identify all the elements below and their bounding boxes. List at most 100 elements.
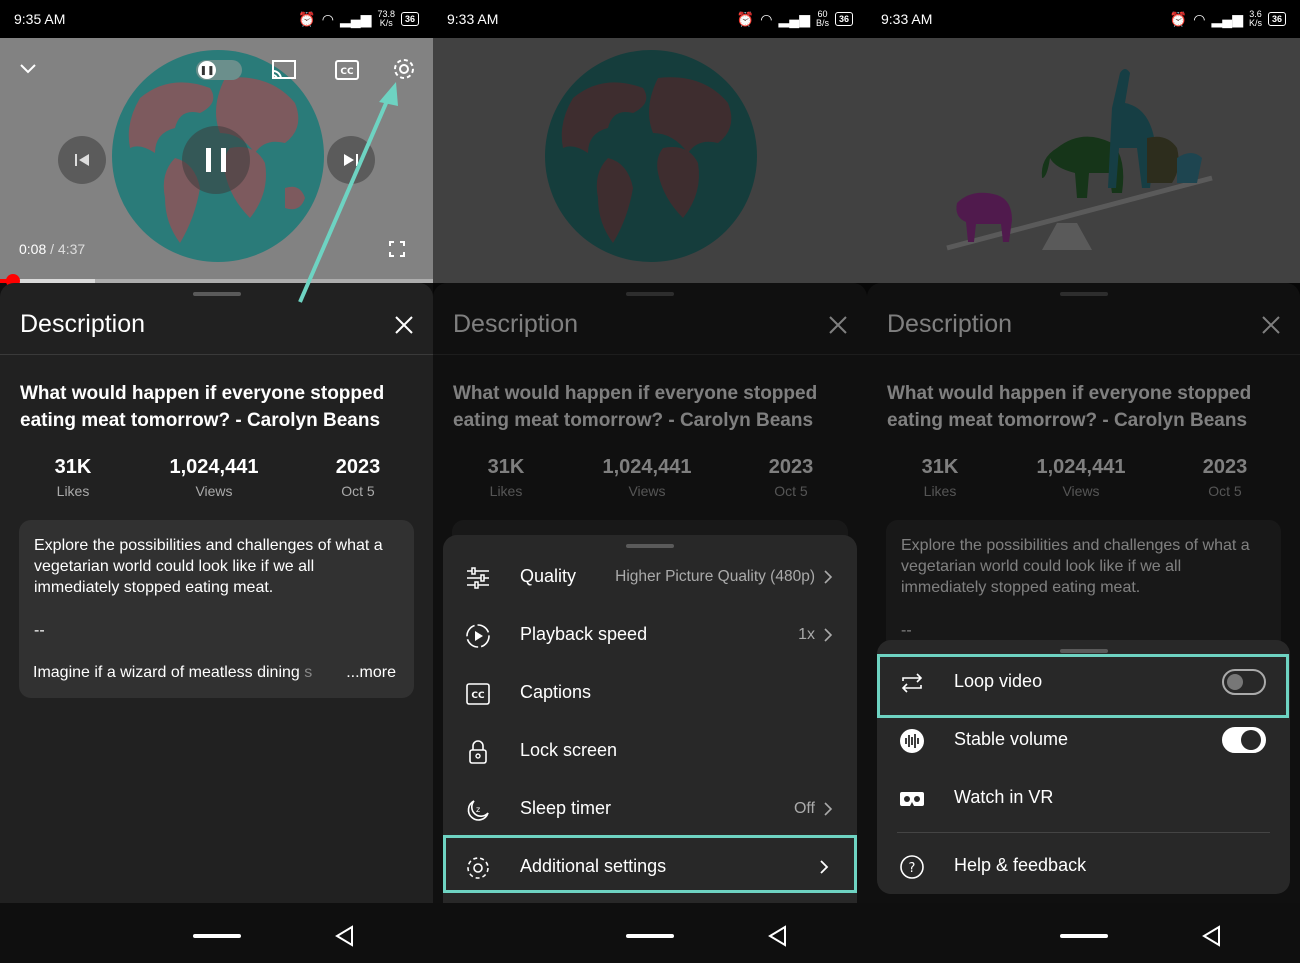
home-gesture-bar[interactable]: [1060, 934, 1108, 938]
sheet-title: Description: [20, 310, 146, 338]
video-title: What would happen if everyone stopped ea…: [20, 383, 385, 431]
close-icon[interactable]: [393, 314, 415, 336]
menu-drag-handle[interactable]: [1059, 649, 1108, 653]
battery-icon: 36: [834, 12, 853, 26]
home-gesture-bar[interactable]: [193, 934, 241, 938]
upload-date: Oct 5: [341, 483, 375, 499]
nav-bar: [433, 903, 867, 963]
description-preview: Imagine if a wizard of meatless dining s: [33, 664, 313, 681]
chevron-right-icon: [824, 628, 833, 642]
cast-icon[interactable]: [270, 58, 298, 82]
views-count: 1,024,441: [169, 456, 259, 478]
battery-icon: 36: [400, 12, 419, 26]
menu-label: Playback speed: [520, 624, 648, 644]
highlight-box: [443, 835, 857, 893]
annotation-arrow: [298, 82, 398, 303]
play-pause-button[interactable]: [182, 126, 250, 194]
highlight-box: [877, 654, 1289, 718]
net-speed: 73.8 K/s: [377, 9, 395, 28]
nav-bar: [0, 903, 433, 963]
description-text: Explore the possibilities and challenges…: [34, 537, 383, 596]
playback-speed-icon: [466, 624, 490, 648]
time-display: 0:08 / 4:37: [19, 241, 86, 257]
chevron-right-icon: [824, 570, 833, 584]
pause-icon: [206, 148, 226, 172]
menu-item-stable-volume[interactable]: Stable volume: [877, 712, 1290, 770]
nav-bar: [867, 903, 1300, 963]
status-bar: 9:33 AM ⏰ ◠ ▂▄▆ 3.6 K/s 36: [867, 0, 1300, 38]
menu-value: 1x: [798, 626, 815, 643]
menu-drag-handle[interactable]: [626, 544, 674, 548]
back-icon[interactable]: [767, 925, 789, 947]
menu-item-help-feedback[interactable]: ? Help & feedback: [877, 838, 1290, 896]
vr-icon: [900, 792, 924, 806]
menu-divider: [897, 832, 1270, 833]
signal-icon: ▂▄▆: [1211, 10, 1243, 27]
back-icon[interactable]: [1201, 925, 1223, 947]
views-label: Views: [195, 483, 233, 499]
status-icons: ⏰ ◠ ▂▄▆ 73.8 K/s 36: [298, 10, 419, 28]
gear-icon[interactable]: [391, 56, 417, 82]
likes-label: Likes: [56, 483, 90, 499]
menu-item-watch-in-vr[interactable]: Watch in VR: [877, 770, 1290, 828]
svg-text:CC: CC: [471, 691, 485, 701]
chevron-right-icon: [824, 802, 833, 816]
description-box[interactable]: Explore the possibilities and challenges…: [19, 520, 414, 698]
menu-value: Off: [793, 800, 815, 817]
more-link[interactable]: ...more: [346, 662, 396, 683]
status-time: 9:33 AM: [447, 11, 499, 27]
upload-year: 2023: [335, 456, 381, 478]
wifi-icon: ◠: [760, 10, 773, 27]
pause-icon: ❚❚: [198, 61, 216, 79]
minimize-chevron-icon[interactable]: [14, 58, 42, 80]
wifi-icon: ◠: [1193, 10, 1206, 27]
svg-text:?: ?: [909, 861, 916, 876]
status-bar: 9:33 AM ⏰ ◠ ▂▄▆ 60 B/s 36: [433, 0, 867, 38]
menu-item-sleep-timer[interactable]: z Sleep timer Off: [443, 781, 857, 839]
sleep-timer-icon: z: [467, 800, 489, 821]
back-icon[interactable]: [334, 925, 356, 947]
menu-item-playback-speed[interactable]: Playback speed 1x: [443, 607, 857, 665]
home-gesture-bar[interactable]: [626, 934, 674, 938]
screen-2: 9:33 AM ⏰ ◠ ▂▄▆ 60B/s 36 Description Wha…: [433, 0, 867, 963]
status-time: 9:33 AM: [881, 11, 933, 27]
signal-icon: ▂▄▆: [340, 10, 372, 27]
help-icon: ?: [900, 855, 924, 879]
description-sheet: Description What would happen if everyon…: [0, 283, 433, 963]
status-time: 9:35 AM: [14, 11, 66, 27]
sliders-icon: [467, 567, 489, 589]
autoplay-toggle[interactable]: ❚❚: [196, 60, 242, 80]
stats-row: 31K Likes 1,024,441 Views 2023 Oct 5: [0, 456, 433, 506]
alarm-icon: ⏰: [1169, 10, 1188, 27]
status-icons: ⏰ ◠ ▂▄▆ 3.6 K/s 36: [1170, 10, 1286, 28]
menu-label: Sleep timer: [520, 798, 612, 818]
menu-label: Help & feedback: [954, 855, 1087, 875]
menu-label: Lock screen: [520, 740, 618, 760]
previous-icon[interactable]: [58, 136, 106, 184]
menu-item-lock-screen[interactable]: Lock screen: [443, 723, 857, 781]
battery-icon: 36: [1267, 12, 1286, 26]
stable-volume-toggle[interactable]: [1222, 727, 1266, 753]
menu-label: Captions: [520, 682, 592, 702]
lock-icon: [469, 740, 487, 764]
alarm-icon: ⏰: [736, 10, 755, 27]
status-bar: 9:35 AM ⏰ ◠ ▂▄▆ 73.8 K/s 36: [0, 0, 433, 38]
menu-label: Quality: [520, 566, 577, 586]
svg-text:CC: CC: [340, 67, 354, 77]
cc-icon[interactable]: CC: [334, 58, 360, 82]
wifi-icon: ◠: [321, 10, 334, 27]
menu-item-quality[interactable]: Quality Higher Picture Quality (480p): [443, 549, 857, 607]
menu-label: Watch in VR: [954, 787, 1054, 807]
signal-icon: ▂▄▆: [778, 10, 810, 27]
divider: [0, 354, 433, 355]
drag-handle[interactable]: [192, 292, 241, 296]
likes-count: 31K: [54, 456, 92, 478]
screen-3: 9:33 AM ⏰ ◠ ▂▄▆ 3.6K/s 36 Description Wh…: [867, 0, 1300, 963]
alarm-icon: ⏰: [298, 10, 316, 27]
net-speed: 3.6 K/s: [1248, 9, 1262, 28]
svg-text:z: z: [476, 805, 480, 814]
description-separator: --: [34, 622, 45, 639]
net-speed: 60 B/s: [815, 9, 829, 28]
status-icons: ⏰ ◠ ▂▄▆ 60 B/s 36: [737, 10, 853, 28]
menu-item-captions[interactable]: CC Captions: [443, 665, 857, 723]
